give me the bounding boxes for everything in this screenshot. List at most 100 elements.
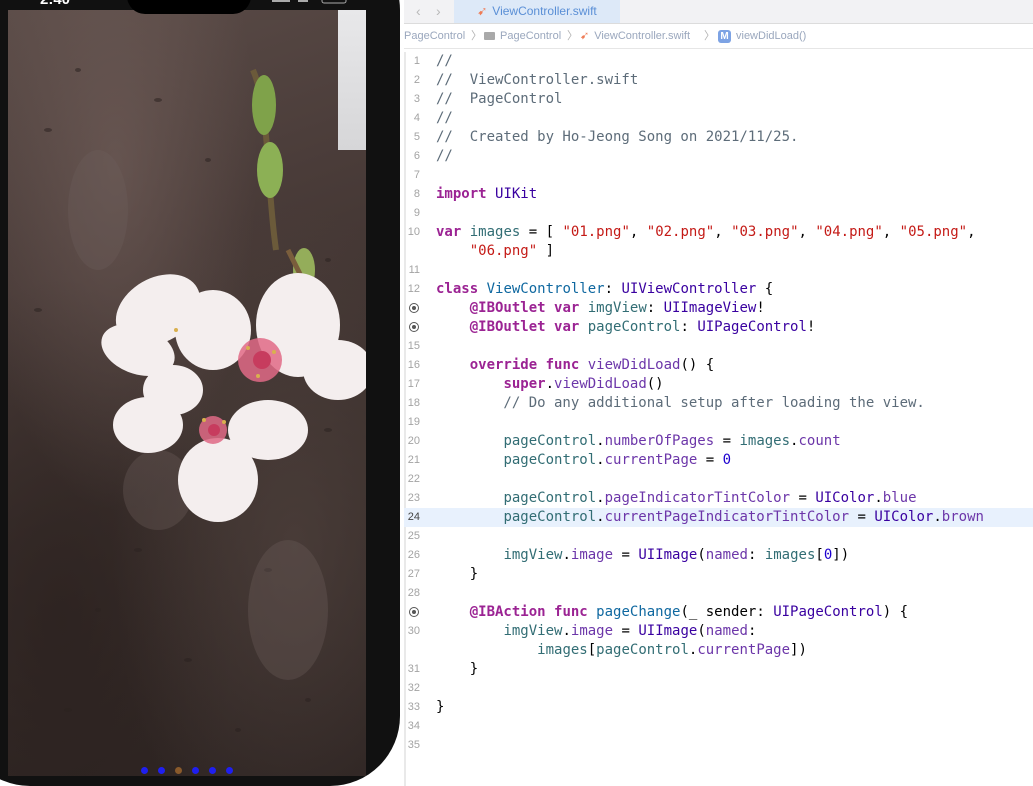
code-line[interactable]: 25 [404,527,1033,546]
line-number: 4 [413,112,420,124]
outlet-connection-icon[interactable] [409,322,419,332]
tab-label: ViewController.swift [492,4,597,18]
code-line[interactable]: images[pageControl.currentPage]) [404,641,1033,660]
line-number: 9 [413,207,420,219]
line-number: 25 [407,530,420,542]
code-line[interactable]: 4 // [404,109,1033,128]
cherry-blossom-image[interactable] [8,10,366,776]
code-line[interactable]: 5 // Created by Ho-Jeong Song on 2021/11/… [404,128,1033,147]
line-number: 17 [407,378,420,390]
back-arrow-icon[interactable]: ‹ [416,3,421,19]
code-text: @IBOutlet var imgView: UIImageView! [469,300,765,316]
code-line[interactable]: 12 class ViewController: UIViewController… [404,280,1033,299]
line-number: 32 [407,682,420,694]
code-line[interactable]: 11 [404,261,1033,280]
line-number: 2 [413,74,420,86]
code-line[interactable]: 26 imgView.image = UIImage(named: images… [404,546,1033,565]
line-number: 6 [413,150,420,162]
code-text: // ViewController.swift [436,72,639,88]
code-line[interactable]: 30 imgView.image = UIImage(named: [404,622,1033,641]
code-text: // [436,53,453,69]
tab-bar: ‹ › ➹ ViewController.swift [404,0,1033,24]
code-line[interactable]: 1 // [404,52,1033,71]
code-line[interactable]: 8 import UIKit [404,185,1033,204]
jumpbar-method-label: viewDidLoad() [736,30,807,42]
code-line[interactable]: 7 [404,166,1033,185]
tab-viewcontroller-swift[interactable]: ➹ ViewController.swift [454,0,620,23]
code-line[interactable]: 10 var images = [ "01.png", "02.png", "03… [404,223,1033,242]
code-line[interactable]: 2 // ViewController.swift [404,71,1033,90]
jumpbar-file[interactable]: ➹ ViewController.swift [580,24,690,48]
code-line[interactable]: 32 [404,679,1033,698]
page-indicator-dot[interactable] [141,767,148,774]
page-control[interactable] [8,767,366,776]
page-indicator-dot[interactable] [226,767,233,774]
jumpbar-group[interactable]: PageControl [484,24,561,48]
code-line[interactable]: "06.png" ] [404,242,1033,261]
chevron-right-icon: 〉 [471,30,482,42]
code-text: // Created by Ho-Jeong Song on 2021/11/2… [436,129,799,145]
code-line[interactable]: 3 // PageControl [404,90,1033,109]
line-number: 7 [413,169,420,181]
line-number: 3 [413,93,420,105]
code-line[interactable]: 24 pageControl.currentPageIndicatorTintC… [404,508,1033,527]
code-text: // [436,110,453,126]
code-line[interactable]: 9 [404,204,1033,223]
code-line[interactable]: 14 @IBOutlet var pageControl: UIPageCont… [404,318,1033,337]
code-text: // [436,148,453,164]
code-line[interactable]: 6 // [404,147,1033,166]
code-line[interactable]: 23 pageControl.pageIndicatorTintColor = … [404,489,1033,508]
line-number: 11 [408,264,420,276]
code-text: pageControl.numberOfPages = images.count [503,433,841,449]
line-number: 19 [407,416,420,428]
code-line[interactable]: 28 [404,584,1033,603]
code-text: pageControl.currentPageIndicatorTintColo… [503,509,984,525]
line-number: 33 [407,701,420,713]
code-text: // Do any additional setup after loading… [436,395,925,411]
jumpbar-project[interactable]: PageControl [404,24,465,48]
code-line[interactable]: 16 override func viewDidLoad() { [404,356,1033,375]
page-indicator-dot[interactable] [158,767,165,774]
code-line[interactable]: 13 @IBOutlet var imgView: UIImageView! [404,299,1033,318]
jumpbar-method[interactable]: MviewDidLoad() [718,24,806,48]
outlet-connection-icon[interactable] [409,607,419,617]
page-indicator-dot[interactable] [209,767,216,774]
line-number: 24 [407,511,420,523]
line-number: 27 [407,568,420,580]
page-indicator-dot[interactable] [175,767,182,774]
source-editor[interactable]: 1 // 2 // ViewController.swift 3 // PageContr… [404,52,1033,786]
code-text: import UIKit [436,186,538,202]
code-line[interactable]: 33} [404,698,1033,717]
chevron-right-icon: 〉 [567,30,578,42]
code-text: "06.png" ] [469,243,555,259]
line-number: 16 [407,359,420,371]
code-line[interactable]: 27 } [404,565,1033,584]
outlet-connection-icon[interactable] [409,303,419,313]
line-number: 21 [407,454,420,466]
code-line[interactable]: 17 super.viewDidLoad() [404,375,1033,394]
code-text: } [436,699,445,715]
code-text: override func viewDidLoad() { [469,357,715,373]
code-line[interactable]: 15 [404,337,1033,356]
code-line[interactable]: 34 [404,717,1033,736]
chevron-right-icon: 〉 [704,30,715,42]
code-line[interactable]: 18 // Do any additional setup after load… [404,394,1033,413]
line-number: 30 [407,625,420,637]
line-number: 15 [407,340,420,352]
page-indicator-dot[interactable] [192,767,199,774]
line-number: 5 [413,131,420,143]
line-number: 18 [407,397,420,409]
code-text: super.viewDidLoad() [503,376,664,392]
code-text: } [436,661,479,677]
forward-arrow-icon[interactable]: › [436,3,441,19]
code-line[interactable]: 22 [404,470,1033,489]
code-line[interactable]: 29 @IBAction func pageChange(_ sender: U… [404,603,1033,622]
code-line[interactable]: 21 pageControl.currentPage = 0 [404,451,1033,470]
code-line[interactable]: 19 [404,413,1033,432]
code-line[interactable]: 31 } [404,660,1033,679]
phone-screen [8,10,366,776]
code-text: class ViewController: UIViewController { [436,281,774,297]
code-line[interactable]: 35 [404,736,1033,755]
code-line[interactable]: 20 pageControl.numberOfPages = images.co… [404,432,1033,451]
method-icon: M [718,29,731,43]
